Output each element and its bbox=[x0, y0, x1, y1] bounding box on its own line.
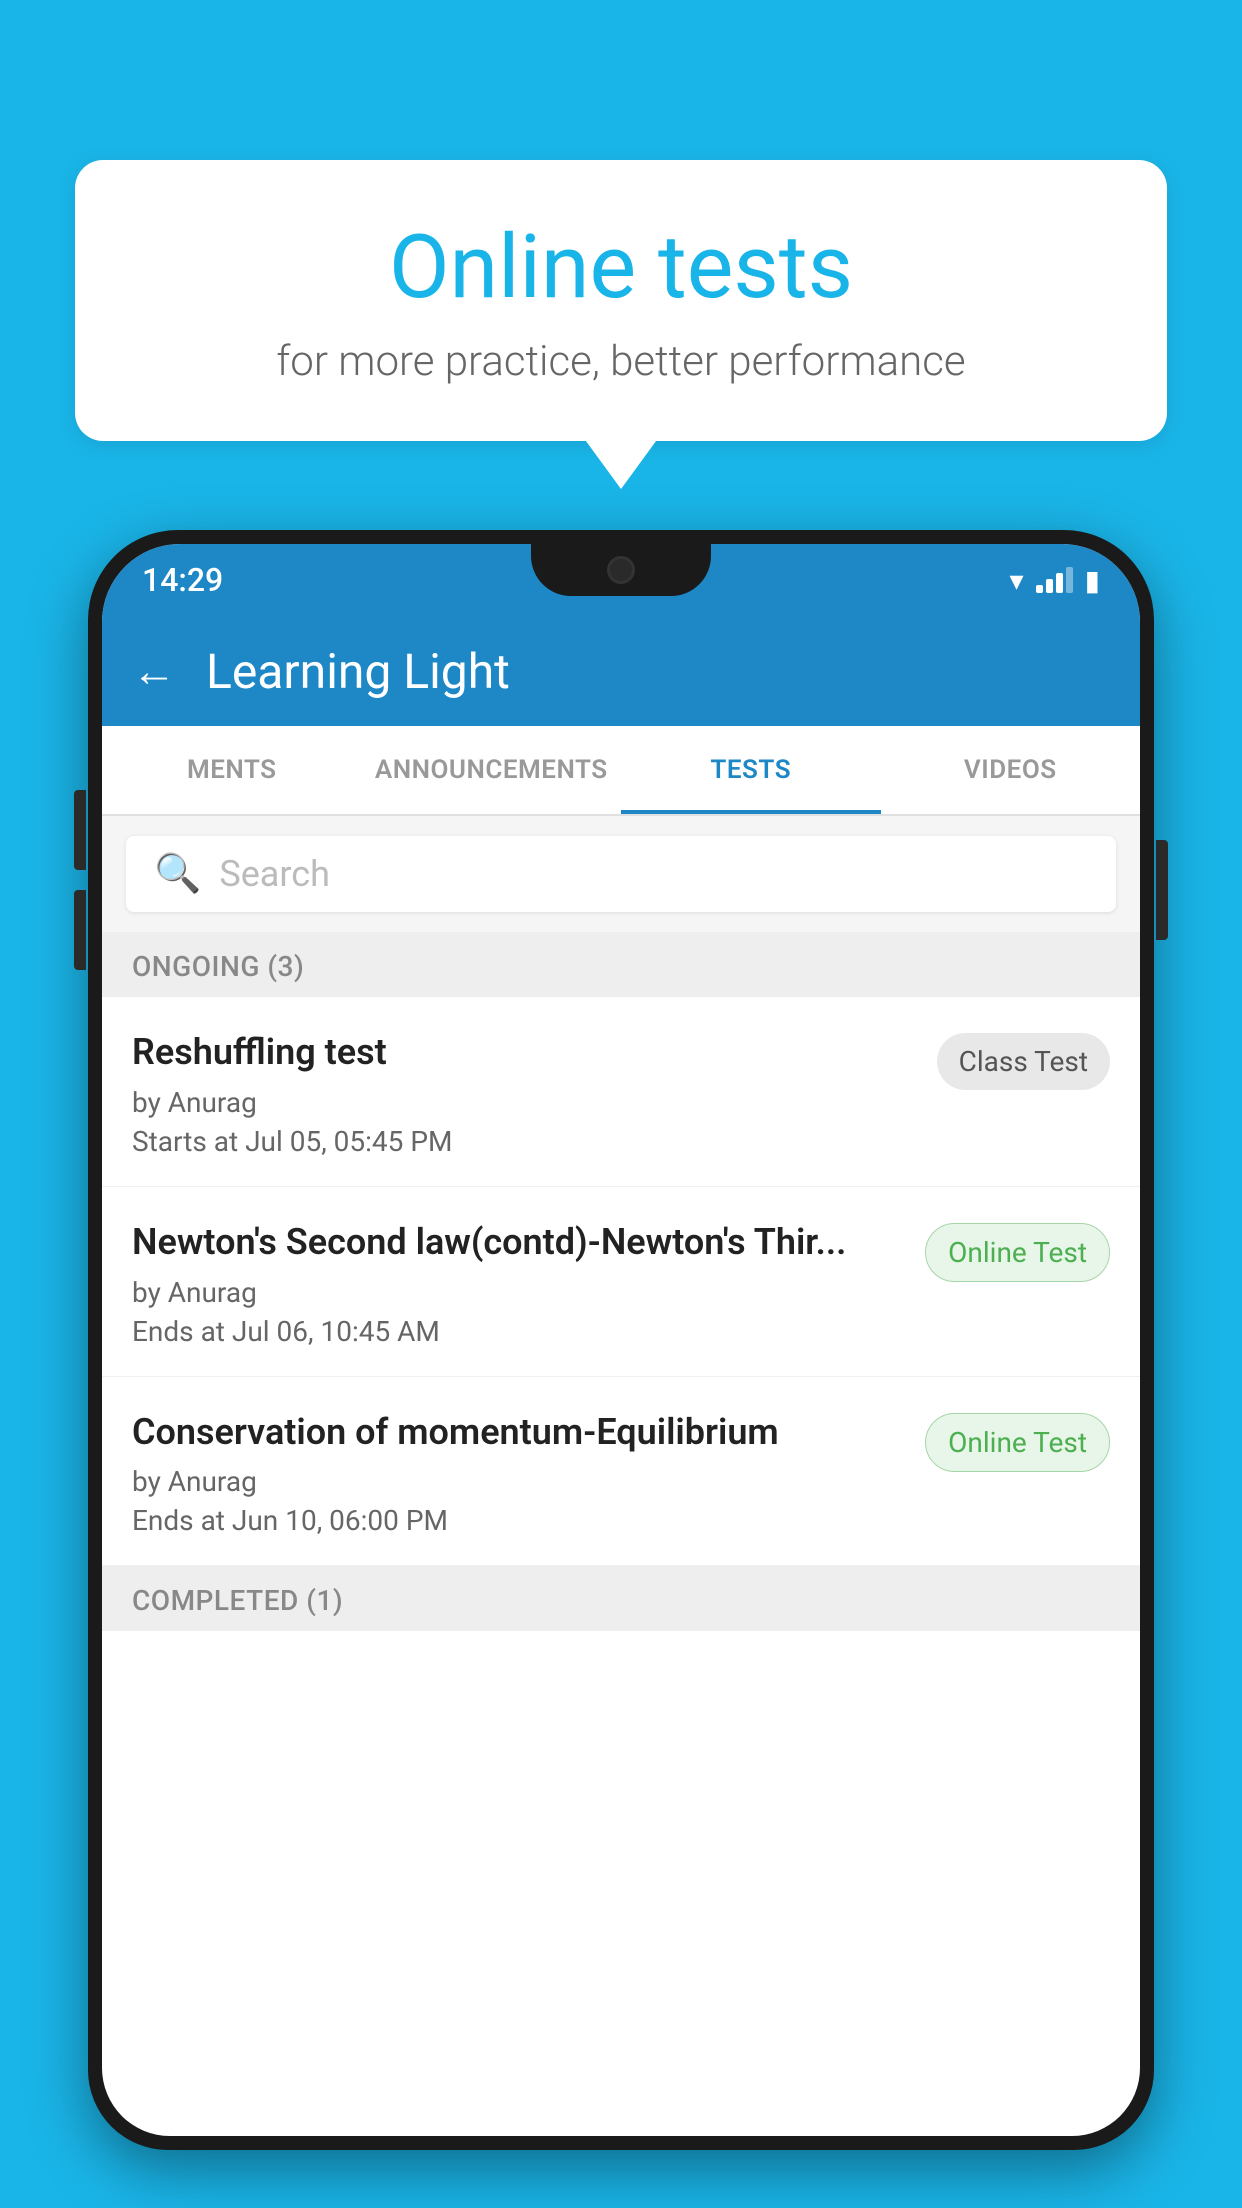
completed-section-header: COMPLETED (1) bbox=[102, 1566, 1140, 1631]
signal-bars-icon bbox=[1036, 567, 1073, 593]
wifi-icon: ▾ bbox=[1010, 564, 1024, 597]
ongoing-section-header: ONGOING (3) bbox=[102, 932, 1140, 997]
app-title: Learning Light bbox=[206, 643, 510, 700]
app-bar: ← Learning Light bbox=[102, 616, 1140, 726]
volume-up-button bbox=[74, 790, 86, 870]
phone-notch bbox=[531, 544, 711, 596]
signal-bar-2 bbox=[1046, 579, 1053, 593]
phone-container: 14:29 ▾ ▮ ← Learning Light bbox=[88, 530, 1154, 2208]
search-icon: 🔍 bbox=[154, 852, 201, 896]
status-icons: ▾ ▮ bbox=[1010, 564, 1100, 597]
status-time: 14:29 bbox=[142, 561, 223, 599]
ongoing-section-title: ONGOING (3) bbox=[132, 950, 304, 983]
back-button[interactable]: ← bbox=[132, 645, 176, 697]
test-author-2: by Anurag bbox=[132, 1276, 905, 1309]
test-time-1: Starts at Jul 05, 05:45 PM bbox=[132, 1125, 917, 1158]
test-info-2: Newton's Second law(contd)-Newton's Thir… bbox=[132, 1219, 905, 1348]
test-info-3: Conservation of momentum-Equilibrium by … bbox=[132, 1409, 905, 1538]
search-container: 🔍 Search bbox=[102, 816, 1140, 932]
bubble-title: Online tests bbox=[125, 220, 1117, 317]
test-item-1[interactable]: Reshuffling test by Anurag Starts at Jul… bbox=[102, 997, 1140, 1187]
tab-tests[interactable]: TESTS bbox=[621, 726, 881, 814]
volume-down-button bbox=[74, 890, 86, 970]
test-name-3: Conservation of momentum-Equilibrium bbox=[132, 1409, 905, 1456]
test-item-3[interactable]: Conservation of momentum-Equilibrium by … bbox=[102, 1377, 1140, 1567]
speech-bubble: Online tests for more practice, better p… bbox=[75, 160, 1167, 441]
signal-bar-3 bbox=[1056, 573, 1063, 593]
test-author-3: by Anurag bbox=[132, 1465, 905, 1498]
tabs-bar: MENTS ANNOUNCEMENTS TESTS VIDEOS bbox=[102, 726, 1140, 816]
bubble-subtitle: for more practice, better performance bbox=[125, 337, 1117, 386]
speech-bubble-container: Online tests for more practice, better p… bbox=[75, 160, 1167, 441]
test-author-1: by Anurag bbox=[132, 1086, 917, 1119]
battery-icon: ▮ bbox=[1085, 564, 1100, 597]
test-name-2: Newton's Second law(contd)-Newton's Thir… bbox=[132, 1219, 905, 1266]
phone-outer: 14:29 ▾ ▮ ← Learning Light bbox=[88, 530, 1154, 2150]
phone-screen: 14:29 ▾ ▮ ← Learning Light bbox=[102, 544, 1140, 2136]
test-item-2[interactable]: Newton's Second law(contd)-Newton's Thir… bbox=[102, 1187, 1140, 1377]
tests-list: Reshuffling test by Anurag Starts at Jul… bbox=[102, 997, 1140, 1566]
test-badge-3: Online Test bbox=[925, 1413, 1110, 1472]
completed-section-title: COMPLETED (1) bbox=[132, 1584, 343, 1617]
tab-ments[interactable]: MENTS bbox=[102, 726, 362, 814]
test-time-3: Ends at Jun 10, 06:00 PM bbox=[132, 1504, 905, 1537]
front-camera bbox=[607, 556, 635, 584]
test-time-2: Ends at Jul 06, 10:45 AM bbox=[132, 1315, 905, 1348]
test-info-1: Reshuffling test by Anurag Starts at Jul… bbox=[132, 1029, 917, 1158]
test-badge-1: Class Test bbox=[937, 1033, 1110, 1090]
tab-announcements[interactable]: ANNOUNCEMENTS bbox=[362, 726, 622, 814]
test-badge-2: Online Test bbox=[925, 1223, 1110, 1282]
search-bar[interactable]: 🔍 Search bbox=[126, 836, 1116, 912]
signal-bar-4 bbox=[1066, 567, 1073, 593]
test-name-1: Reshuffling test bbox=[132, 1029, 917, 1076]
power-button bbox=[1156, 840, 1168, 940]
search-placeholder: Search bbox=[219, 853, 330, 895]
signal-bar-1 bbox=[1036, 585, 1043, 593]
tab-videos[interactable]: VIDEOS bbox=[881, 726, 1141, 814]
